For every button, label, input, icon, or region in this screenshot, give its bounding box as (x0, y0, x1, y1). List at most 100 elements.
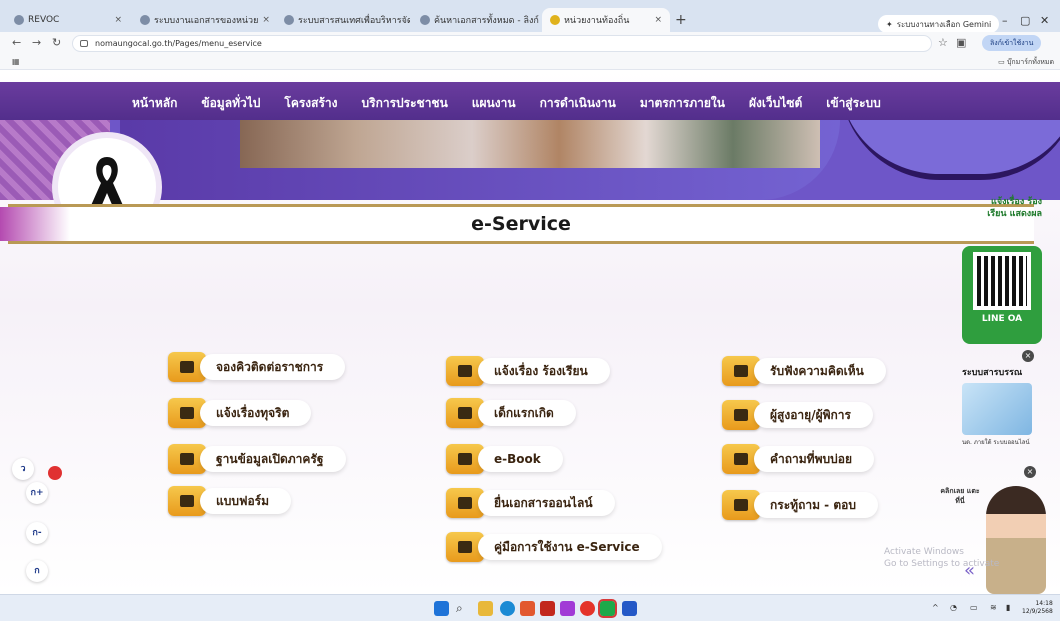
minimize-icon[interactable]: – (1002, 14, 1008, 27)
nav-item-home[interactable]: หน้าหลัก (120, 94, 189, 113)
service-ebook-button[interactable]: e-Book (446, 444, 563, 474)
gemini-button-label: ระบบงานทางเลือก Gemini (896, 19, 992, 29)
url-field[interactable]: nomaungocal.go.th/Pages/menu_eservice (72, 35, 932, 52)
line-app-icon[interactable] (598, 599, 617, 618)
clock-time: 14:18 (1035, 600, 1053, 607)
service-newborn-button[interactable]: เด็กแรกเกิด (446, 398, 576, 428)
app-icon[interactable] (560, 601, 575, 616)
star-icon[interactable]: ☆ (938, 36, 948, 49)
tab-favicon-icon (420, 15, 430, 25)
pdf-icon[interactable] (540, 601, 555, 616)
survey-widget[interactable]: ระบบสารบรรณ นด. ภายใต้ ระบบออนไลน์ (962, 365, 1042, 455)
system-clock[interactable]: 14:18 12/9/2568 (1022, 600, 1053, 616)
nav-item-operations[interactable]: การดำเนินงาน (528, 94, 628, 113)
activate-line1: Activate Windows (884, 547, 964, 557)
file-explorer-icon[interactable] (478, 601, 493, 616)
service-feedback-button[interactable]: รับฟังความคิดเห็น (722, 356, 886, 386)
service-label: จองคิวติดต่อราชการ (200, 354, 346, 380)
service-submit-documents-button[interactable]: ยื่นเอกสารออนไลน์ (446, 488, 615, 518)
all-bookmarks-label: บุ๊กมาร์กทั้งหมด (1006, 58, 1054, 66)
service-forms-button[interactable]: แบบฟอร์ม (168, 486, 292, 516)
nav-item-login[interactable]: เข้าสู่ระบบ (814, 94, 893, 113)
app-icon[interactable] (520, 601, 535, 616)
service-complaint-button[interactable]: แจ้งเรื่อง ร้องเรียน (446, 356, 610, 386)
service-elderly-disabled-button[interactable]: ผู้สูงอายุ/ผู้พิการ (722, 400, 873, 430)
search-icon[interactable]: ⌕ (456, 601, 471, 616)
tab-title: ระบบสารสนเทศเพื่อบริหารจัดการข้อมูลท้องถ… (298, 16, 410, 26)
maximize-icon[interactable]: ▢ (1020, 14, 1030, 27)
sidebar-icon[interactable]: ▣ (956, 36, 966, 49)
nav-item-internal-measures[interactable]: มาตรการภายใน (628, 94, 737, 113)
page-title: e-Service (471, 213, 571, 235)
close-tab-icon[interactable]: × (262, 15, 270, 25)
web-page: หน้าหลัก ข้อมูลทั่วไป โครงสร้าง บริการปร… (0, 70, 1060, 594)
service-label: แจ้งเรื่องทุจริต (200, 400, 312, 426)
nav-item-plans[interactable]: แผนงาน (460, 94, 528, 113)
browser-tab[interactable]: ระบบงานเอกสารของหน่วย × (132, 8, 274, 32)
language-icon[interactable]: ▭ (970, 603, 978, 612)
new-tab-icon[interactable]: + (675, 12, 687, 28)
app-icon[interactable] (622, 601, 637, 616)
tab-favicon-icon (284, 15, 294, 25)
assistant-character (986, 486, 1046, 594)
wifi-icon[interactable]: ≋ (990, 603, 997, 612)
battery-icon[interactable]: ▮ (1006, 603, 1010, 612)
nav-item-sitemap[interactable]: ผังเว็บไซต์ (737, 94, 814, 113)
font-decrease-button[interactable]: ก- (26, 522, 48, 544)
tab-favicon-icon (550, 15, 560, 25)
chrome-icon[interactable] (580, 601, 595, 616)
service-label: เด็กแรกเกิด (478, 400, 576, 426)
font-increase-button[interactable]: ก+ (26, 482, 48, 504)
lock-icon (80, 40, 88, 47)
nav-item-general-info[interactable]: ข้อมูลทั่วไป (189, 94, 272, 113)
windows-taskbar: ⌕ ^ ◔ ▭ ≋ ▮ 14:18 12/9/2568 (0, 594, 1060, 621)
service-label: ฐานข้อมูลเปิดภาครัฐ (200, 446, 346, 472)
apps-grid-icon[interactable]: ▦ (12, 57, 20, 66)
close-tab-icon[interactable]: × (654, 15, 662, 25)
contrast-button[interactable]: ว (12, 458, 34, 480)
browser-tab[interactable]: REVOC × (6, 8, 130, 32)
tab-title: หน่วยงานท้องถิ่น (564, 16, 630, 26)
tray-expand-icon[interactable]: ^ (932, 603, 939, 612)
service-open-data-button[interactable]: ฐานข้อมูลเปิดภาครัฐ (168, 444, 346, 474)
line-oa-widget[interactable]: LINE OA (962, 246, 1042, 344)
browser-tab-active[interactable]: หน่วยงานท้องถิ่น × (542, 8, 670, 32)
service-label: รับฟังความคิดเห็น (754, 358, 886, 384)
tab-favicon-icon (14, 15, 24, 25)
tab-title: ค้นหาเอกสารทั้งหมด - ลิงก์ ก็ออนไลน์ (434, 16, 540, 26)
service-report-corruption-button[interactable]: แจ้งเรื่องทุจริต (168, 398, 312, 428)
back-icon[interactable]: ← (12, 36, 21, 49)
signin-button[interactable]: ลิงก์เข้าใช้งาน (982, 35, 1042, 51)
nav-item-structure[interactable]: โครงสร้าง (272, 94, 349, 113)
signin-button-label: ลิงก์เข้าใช้งาน (990, 38, 1034, 47)
browser-tab[interactable]: ระบบสารสนเทศเพื่อบริหารจัดการข้อมูลท้องถ… (276, 8, 410, 32)
start-icon[interactable] (434, 601, 449, 616)
tab-title: ระบบงานเอกสารของหน่วย (154, 16, 259, 26)
service-label: e-Book (478, 446, 563, 472)
gemini-button[interactable]: ✦ ระบบงานทางเลือก Gemini (878, 15, 1000, 33)
edge-icon[interactable] (500, 601, 515, 616)
close-window-icon[interactable]: ✕ (1040, 14, 1049, 27)
all-bookmarks-button[interactable]: ▭ บุ๊กมาร์กทั้งหมด (998, 57, 1054, 68)
close-survey-icon[interactable]: × (1024, 466, 1036, 478)
service-manual-button[interactable]: คู่มือการใช้งาน e-Service (446, 532, 662, 562)
url-text: nomaungocal.go.th/Pages/menu_eservice (95, 39, 262, 48)
assistant-widget[interactable]: คลิกเลย แตะที่นี่ (940, 486, 1050, 594)
survey-title: ระบบสารบรรณ (962, 368, 1023, 378)
banner-curve (840, 120, 1060, 180)
close-line-oa-icon[interactable]: × (1022, 350, 1034, 362)
page-title-bar: e-Service (0, 204, 1034, 244)
reload-icon[interactable]: ↻ (52, 36, 61, 49)
service-faq-button[interactable]: คำถามที่พบบ่อย (722, 444, 874, 474)
browser-tab[interactable]: ค้นหาเอกสารทั้งหมด - ลิงก์ ก็ออนไลน์ × (412, 8, 540, 32)
service-label: คำถามที่พบบ่อย (754, 446, 874, 472)
service-qa-forum-button[interactable]: กระทู้ถาม - ตอบ (722, 490, 878, 520)
network-icon[interactable]: ◔ (950, 603, 957, 612)
service-label: แบบฟอร์ม (200, 488, 292, 514)
close-tab-icon[interactable]: × (114, 15, 122, 25)
font-reset-button[interactable]: ก (26, 560, 48, 582)
service-queue-booking-button[interactable]: จองคิวติดต่อราชการ (168, 352, 346, 382)
nav-item-public-services[interactable]: บริการประชาชน (350, 94, 460, 113)
activate-line2: Go to Settings to activate (884, 559, 1000, 569)
forward-icon[interactable]: → (32, 36, 41, 49)
